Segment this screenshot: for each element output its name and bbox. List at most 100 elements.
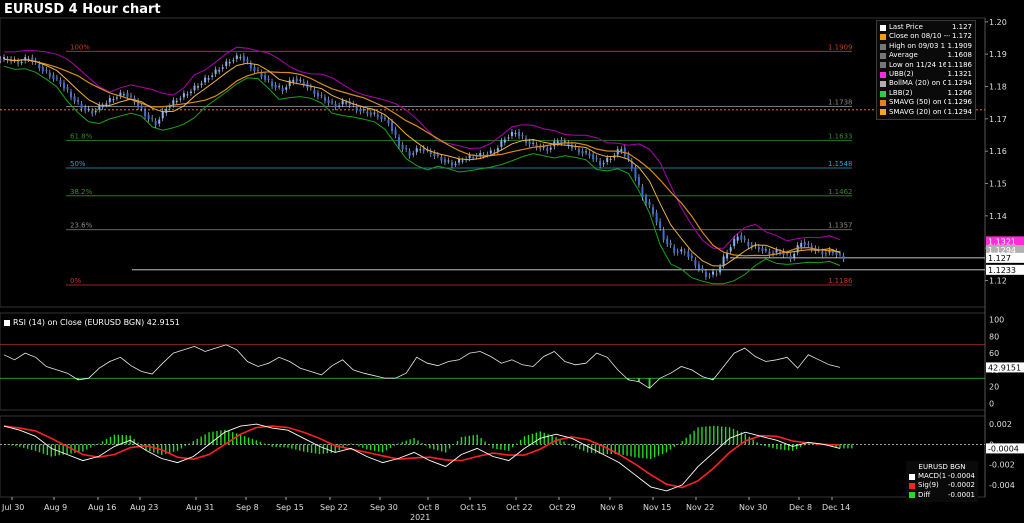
candle-body <box>560 139 563 143</box>
candle-body <box>510 132 513 137</box>
rsi-legend-label: RSI (14) on Close (EURUSD BGN) 42.9151 <box>13 318 180 327</box>
legend-row: LBB(2) 1.1266 <box>880 89 972 98</box>
legend-swatch <box>880 34 886 41</box>
candle-body <box>789 255 792 260</box>
candle-body <box>666 238 669 245</box>
candle-body <box>659 221 662 228</box>
candle-body <box>98 105 101 110</box>
x-tick-label: Nov 15 <box>643 503 671 512</box>
candle-body <box>165 108 168 113</box>
rsi-y-tick: 20 <box>989 383 999 392</box>
price-y-tick: 1.16 <box>989 147 1007 156</box>
candle-body <box>225 61 228 67</box>
fib-percent-label: 100% <box>70 43 90 51</box>
candle-body <box>338 105 341 107</box>
candle-body <box>274 84 277 88</box>
candle-body <box>327 99 330 103</box>
x-tick-label: Aug 23 <box>130 503 158 512</box>
candle-body <box>267 78 270 80</box>
candle-body <box>627 154 630 159</box>
fib-value-label: 1.1462 <box>828 188 853 196</box>
candle-body <box>391 122 394 131</box>
legend-swatch <box>880 52 886 59</box>
candle-body <box>271 81 274 87</box>
x-tick-label: Oct 15 <box>460 503 487 512</box>
price-legend: Last Price 1.127 Close on 08/10 ---- 1.172 H… <box>876 20 976 121</box>
candle-body <box>733 238 736 247</box>
candle-body <box>740 235 743 240</box>
candle-body <box>743 238 746 240</box>
legend-value: 1.1296 <box>947 98 973 107</box>
candle-body <box>179 98 182 100</box>
legend-swatch <box>909 473 915 480</box>
candle-body <box>151 117 154 119</box>
legend-value: 1.1266 <box>947 88 973 97</box>
legend-label: BollMA (20) on Close <box>889 79 946 88</box>
candle-body <box>821 251 824 255</box>
candle-body <box>623 147 626 156</box>
candle-body <box>454 163 457 165</box>
legend-row: BollMA (20) on Close1.1294 <box>880 79 972 88</box>
candle-body <box>532 142 535 144</box>
x-tick-label: Oct 29 <box>549 503 576 512</box>
candle-body <box>182 93 185 98</box>
fib-value-label: 1.1738 <box>828 99 853 107</box>
x-tick-label: Jul 30 <box>1 503 24 512</box>
candle-body <box>831 251 834 253</box>
fib-percent-label: 0% <box>70 277 81 285</box>
candle-body <box>606 157 609 162</box>
candle-body <box>433 152 436 157</box>
candle-body <box>299 79 302 81</box>
candle-body <box>17 61 20 64</box>
candle-body <box>715 273 718 275</box>
candle-body <box>45 69 48 71</box>
candle-body <box>334 103 337 108</box>
legend-swatch <box>880 71 886 78</box>
candle-body <box>479 153 482 156</box>
candle-body <box>602 163 605 165</box>
candle-body <box>500 140 503 147</box>
candle-body <box>221 67 224 69</box>
candle-body <box>729 247 732 252</box>
candle-body <box>320 95 323 97</box>
candle-body <box>189 91 192 93</box>
fib-value-label: 1.1909 <box>828 43 853 51</box>
x-tick-label: Nov 30 <box>739 503 767 512</box>
candle-body <box>842 255 845 260</box>
candle-body <box>147 114 150 120</box>
candle-body <box>323 97 326 101</box>
candle-body <box>362 109 365 111</box>
x-tick-label: Aug 31 <box>186 503 214 512</box>
price-tag-label: 1.1321 <box>988 237 1016 246</box>
macd-y-tick: -0.002 <box>989 461 1015 470</box>
candle-body <box>331 101 334 103</box>
candle-body <box>443 159 446 163</box>
candle-body <box>253 67 256 72</box>
candle-body <box>645 196 648 204</box>
candle-body <box>401 144 404 150</box>
candle-body <box>683 251 686 253</box>
candle-body <box>405 147 408 150</box>
candle-body <box>595 157 598 159</box>
candle-body <box>108 98 111 103</box>
price-y-tick: 1.18 <box>989 83 1007 92</box>
candle-body <box>652 207 655 214</box>
rsi-y-tick: 100 <box>989 316 1004 325</box>
candle-body <box>232 60 235 62</box>
candle-body <box>359 109 362 112</box>
x-tick-label: Oct 8 <box>418 503 439 512</box>
legend-value: 1.172 <box>951 32 972 41</box>
legend-label: Last Price <box>889 23 923 31</box>
candle-body <box>154 120 157 126</box>
legend-value: -0.0001 <box>947 490 975 499</box>
candle-body <box>20 61 23 63</box>
x-year-label: 2021 <box>410 513 430 522</box>
legend-row: Last Price 1.127 <box>880 23 972 32</box>
macd-legend-row: MACD(12,26)-0.0004 <box>909 472 975 481</box>
legend-row: Average 1.1608 <box>880 51 972 60</box>
legend-row: UBB(2) 1.1321 <box>880 70 972 79</box>
price-y-tick: 1.17 <box>989 115 1007 124</box>
candle-body <box>440 157 443 161</box>
candle-body <box>186 94 189 96</box>
candle-body <box>581 151 584 154</box>
